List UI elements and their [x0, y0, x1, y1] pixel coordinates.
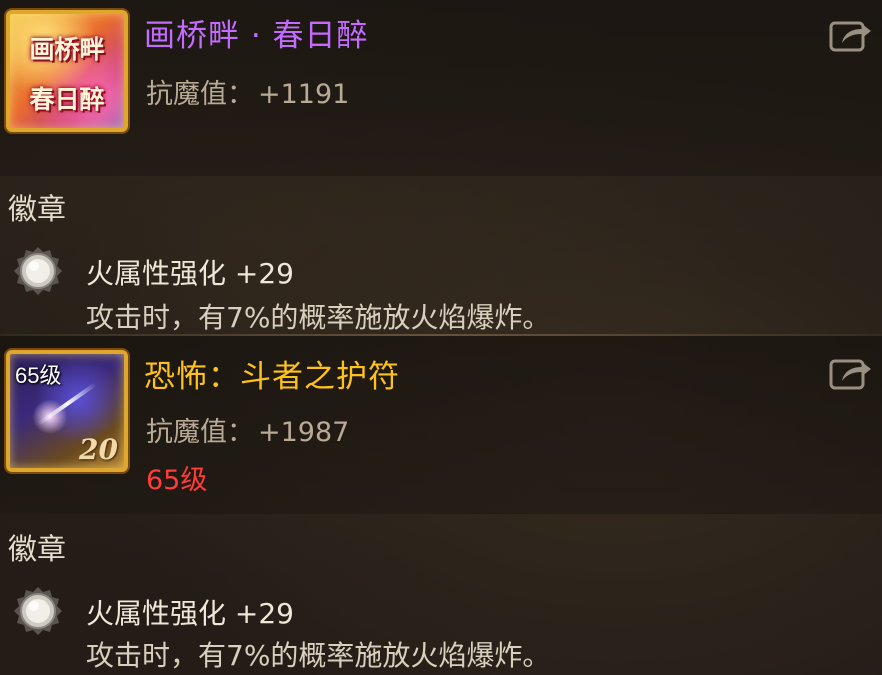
- stat-line: 抗魔值： +1191: [146, 72, 349, 111]
- share-button[interactable]: [828, 354, 874, 392]
- item-header: [0, 336, 882, 514]
- stat-label: 抗魔值：: [146, 79, 254, 110]
- medal-name: 火属性强化 +29: [86, 257, 294, 290]
- stat-label: 抗魔值：: [146, 417, 254, 448]
- item-name: 画桥畔 · 春日醉: [144, 18, 369, 54]
- item-tooltip-panel: 画桥畔 春日醉 画桥畔 · 春日醉 抗魔值： +1191 徽章 火属性强化 +29…: [0, 0, 882, 675]
- share-button[interactable]: [828, 16, 874, 54]
- item-header: [0, 0, 882, 176]
- spring-scroll-icon[interactable]: 画桥畔 春日醉: [6, 10, 128, 132]
- medal-name: 火属性强化 +29: [86, 597, 294, 630]
- icon-number: 20: [79, 433, 118, 466]
- icon-level-badge: 65级: [15, 363, 62, 388]
- stat-value: +1987: [258, 417, 350, 448]
- amulet-icon[interactable]: 65级 20: [6, 350, 128, 472]
- share-icon: [829, 21, 871, 52]
- icon-title-line: 画桥畔: [29, 35, 105, 64]
- silver-medal-icon[interactable]: [12, 585, 64, 637]
- stat-line: 抗魔值： +1987: [146, 410, 349, 449]
- level-requirement: 65级: [146, 465, 208, 496]
- item-name: 恐怖：斗者之护符: [144, 359, 400, 395]
- badge-section-title: 徽章: [8, 192, 67, 226]
- icon-title-line: 春日醉: [29, 85, 105, 114]
- stat-value: +1191: [258, 79, 350, 110]
- medal-description: 攻击时，有7%的概率施放火焰爆炸。: [86, 301, 551, 334]
- badge-section-title: 徽章: [8, 532, 67, 566]
- silver-medal-icon[interactable]: [12, 245, 64, 297]
- share-icon: [829, 359, 871, 390]
- medal-description: 攻击时，有7%的概率施放火焰爆炸。: [86, 639, 551, 672]
